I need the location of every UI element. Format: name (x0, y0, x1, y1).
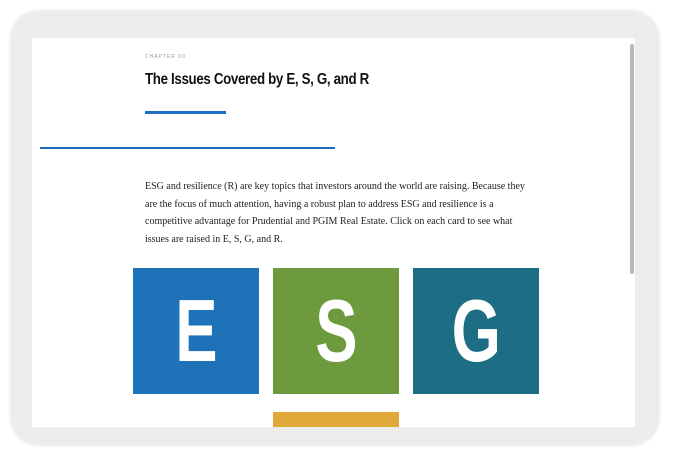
page-title: The Issues Covered by E, S, G, and R (145, 71, 369, 88)
scrollbar[interactable] (630, 44, 634, 274)
card-g[interactable]: G (413, 268, 539, 394)
intro-paragraph: ESG and resilience (R) are key topics th… (145, 181, 525, 245)
card-e[interactable]: E (133, 268, 259, 394)
section-divider (40, 147, 335, 149)
card-s-letter: S (314, 281, 358, 380)
card-e-letter: E (174, 281, 218, 380)
card-g-letter: G (451, 281, 501, 380)
card-r[interactable] (273, 412, 399, 427)
title-underline (145, 111, 226, 114)
content-screen: CHAPTER 00 The Issues Covered by E, S, G… (32, 38, 635, 427)
chapter-kicker: CHAPTER 00 (145, 54, 186, 60)
card-s[interactable]: S (273, 268, 399, 394)
